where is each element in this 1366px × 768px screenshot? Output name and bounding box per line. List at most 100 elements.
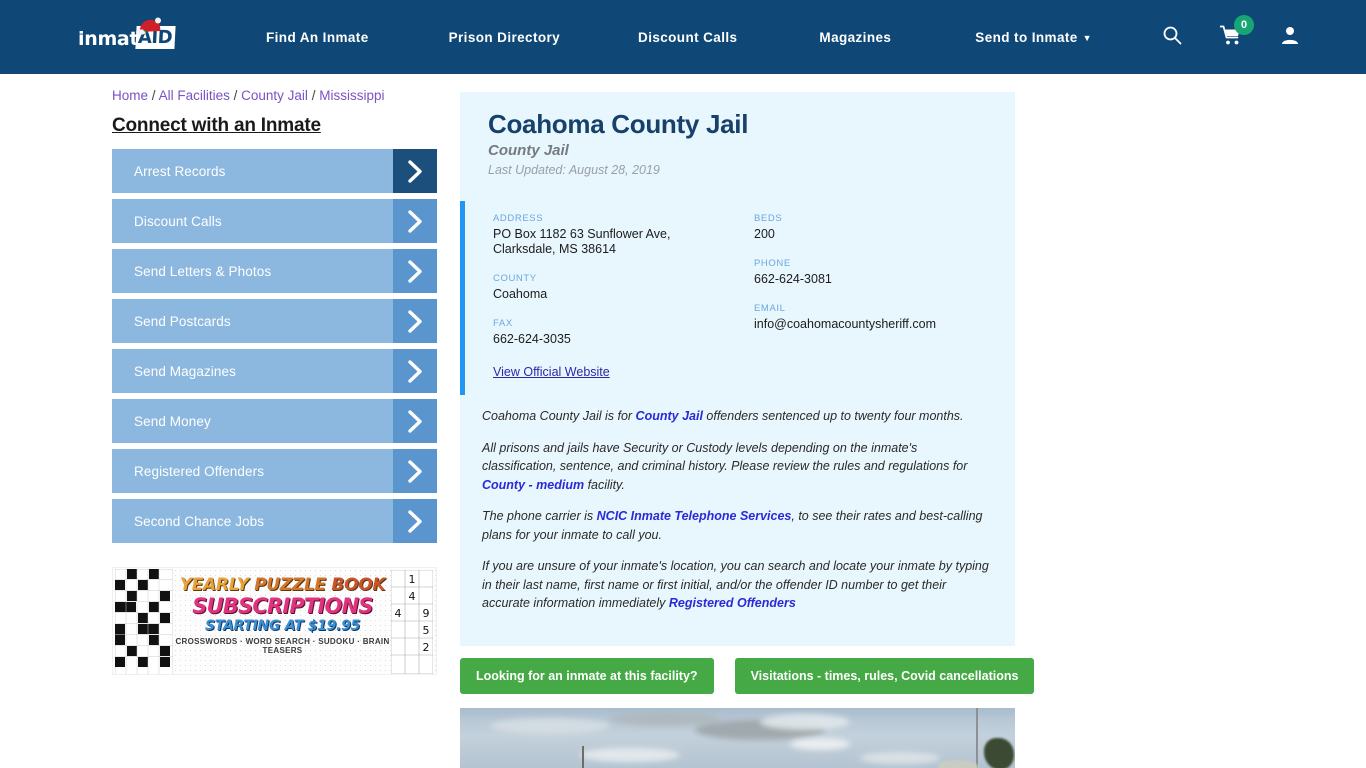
inline-link[interactable]: Registered Offenders	[669, 596, 796, 610]
county-value: Coahoma	[493, 287, 548, 301]
cloud-shape	[760, 713, 850, 730]
beds-value: 200	[754, 227, 775, 241]
sidebar-item-send-money[interactable]: Send Money	[112, 399, 437, 443]
description-paragraph: If you are unsure of your inmate's locat…	[482, 557, 993, 613]
beds-label: BEDS	[754, 213, 783, 224]
sidebar-item-send-magazines[interactable]: Send Magazines	[112, 349, 437, 393]
left-column: Home / All Facilities / County Jail / Mi…	[112, 74, 450, 768]
email-value: info@coahomacountysheriff.com	[754, 317, 936, 331]
breadcrumb-item-home[interactable]: Home	[112, 88, 148, 103]
phone-label: PHONE	[754, 258, 791, 269]
utility-pole	[582, 745, 584, 768]
ad-headline-subscriptions: SUBSCRIPTIONS	[192, 594, 373, 618]
inline-link[interactable]: NCIC Inmate Telephone Services	[597, 509, 792, 523]
nav-magazines[interactable]: Magazines	[819, 24, 891, 51]
svg-text:1: 1	[409, 573, 416, 586]
county-field: COUNTY Coahoma	[493, 273, 754, 302]
user-account-icon[interactable]	[1280, 25, 1300, 50]
sidebar-item-label: Second Chance Jobs	[134, 513, 265, 529]
fax-value: 662-624-3035	[493, 332, 571, 346]
sidebar-item-label: Send Postcards	[134, 313, 231, 329]
breadcrumb-separator: /	[233, 88, 238, 103]
sidebar-item-label: Send Magazines	[134, 363, 236, 379]
breadcrumb-item-county-jail[interactable]: County Jail	[241, 88, 308, 103]
right-column: Coahoma County Jail County Jail Last Upd…	[460, 74, 1035, 768]
nav-find-an-inmate[interactable]: Find An Inmate	[266, 24, 369, 51]
ad-text-block: YEARLY PUZZLE BOOK SUBSCRIPTIONS STARTIN…	[175, 576, 390, 656]
svg-text:4: 4	[409, 590, 416, 603]
site-logo[interactable]: inmate AID	[78, 16, 194, 58]
cloud-shape	[580, 747, 680, 762]
address-value-line2: Clarksdale, MS 38614	[493, 242, 616, 256]
puzzle-book-ad-banner[interactable]: 1 4 4 9 5 2 YEARLY PUZZLE BOOK SUBSCRIPT…	[112, 567, 437, 675]
sidebar-item-label: Arrest Records	[134, 163, 226, 179]
chevron-down-icon: ▼	[1082, 32, 1092, 43]
breadcrumb-item-all-facilities[interactable]: All Facilities	[159, 88, 230, 103]
cart-icon[interactable]: 0	[1219, 14, 1254, 50]
cloud-shape	[860, 751, 940, 764]
paragraph-text: offenders sentenced up to twenty four mo…	[702, 409, 964, 423]
address-label: ADDRESS	[493, 213, 544, 224]
chevron-right-icon	[393, 399, 437, 443]
details-column-left: ADDRESS PO Box 1182 63 Sunflower Ave, Cl…	[493, 213, 754, 381]
sidebar-title: Connect with an Inmate	[112, 115, 321, 136]
facility-photo	[460, 707, 1015, 768]
sudoku-grid-icon: 1 4 4 9 5 2	[391, 570, 433, 674]
breadcrumb-separator: /	[311, 88, 316, 103]
visitations-button[interactable]: Visitations - times, rules, Covid cancel…	[734, 657, 1035, 694]
last-updated-text: Last Updated: August 28, 2019	[488, 163, 660, 177]
nav-send-to-inmate[interactable]: Send to Inmate ▼	[975, 24, 1092, 51]
inline-link[interactable]: County - medium	[482, 478, 584, 492]
breadcrumb-item-mississippi[interactable]: Mississippi	[319, 88, 384, 103]
ad-headline-line1: YEARLY PUZZLE BOOK	[175, 576, 390, 595]
main-navigation: Find An Inmate Prison Directory Discount…	[266, 24, 1092, 51]
svg-text:5: 5	[423, 624, 430, 637]
nav-prison-directory[interactable]: Prison Directory	[449, 24, 560, 51]
chevron-right-icon	[393, 299, 437, 343]
inline-link[interactable]: County Jail	[636, 409, 703, 423]
phone-value: 662-624-3081	[754, 272, 832, 286]
cloud-shape	[790, 737, 850, 750]
facility-type: County Jail	[488, 142, 569, 159]
tree-foliage	[984, 737, 1014, 768]
facility-details-block: ADDRESS PO Box 1182 63 Sunflower Ave, Cl…	[460, 201, 1015, 395]
ad-word-yearly: YEARLY	[179, 575, 249, 595]
breadcrumb-separator: /	[151, 88, 156, 103]
svg-text:9: 9	[423, 607, 430, 620]
paragraph-text: facility.	[584, 477, 625, 492]
sidebar-item-registered-offenders[interactable]: Registered Offenders	[112, 449, 437, 493]
sidebar-item-send-letters-photos[interactable]: Send Letters & Photos	[112, 249, 437, 293]
facility-info-card: Coahoma County Jail County Jail Last Upd…	[460, 92, 1015, 646]
view-official-website-link[interactable]: View Official Website	[493, 365, 610, 379]
paragraph-text: The phone carrier is	[482, 509, 597, 523]
looking-for-inmate-button[interactable]: Looking for an inmate at this facility?	[460, 657, 714, 694]
sidebar-item-arrest-records[interactable]: Arrest Records	[112, 149, 437, 193]
utility-pole	[976, 707, 978, 768]
sidebar-item-discount-calls[interactable]: Discount Calls	[112, 199, 437, 243]
sidebar-item-send-postcards[interactable]: Send Postcards	[112, 299, 437, 343]
sidebar-nav-list: Arrest Records Discount Calls Send Lette…	[112, 149, 450, 543]
email-label: EMAIL	[754, 303, 786, 314]
breadcrumb: Home / All Facilities / County Jail / Mi…	[112, 74, 450, 103]
ad-price-line: STARTING AT $19.95	[205, 618, 360, 634]
chevron-right-icon	[393, 199, 437, 243]
facility-header: Coahoma County Jail County Jail Last Upd…	[460, 108, 1015, 177]
fax-field: FAX 662-624-3035	[493, 318, 754, 347]
chevron-right-icon	[393, 149, 437, 193]
sidebar-item-second-chance-jobs[interactable]: Second Chance Jobs	[112, 499, 437, 543]
cart-count-badge: 0	[1234, 14, 1254, 35]
crossword-grid-icon	[115, 569, 173, 674]
search-icon[interactable]	[1162, 25, 1182, 50]
cta-button-row: Looking for an inmate at this facility? …	[460, 657, 1035, 694]
header-icon-group: 0	[1162, 0, 1300, 74]
page-body: Home / All Facilities / County Jail / Mi…	[0, 74, 1366, 768]
svg-text:2: 2	[423, 641, 430, 654]
nav-discount-calls[interactable]: Discount Calls	[638, 24, 737, 51]
santa-hat-icon	[136, 17, 161, 35]
site-header: inmate AID Find An Inmate Prison Directo…	[0, 0, 1366, 74]
chevron-right-icon	[393, 499, 437, 543]
paragraph-text: Coahoma County Jail is for	[482, 409, 636, 423]
ad-word-puzzle: PUZZLE	[254, 575, 326, 595]
tree-foliage	[938, 759, 978, 768]
paragraph-text: All prisons and jails have Security or C…	[482, 440, 968, 474]
